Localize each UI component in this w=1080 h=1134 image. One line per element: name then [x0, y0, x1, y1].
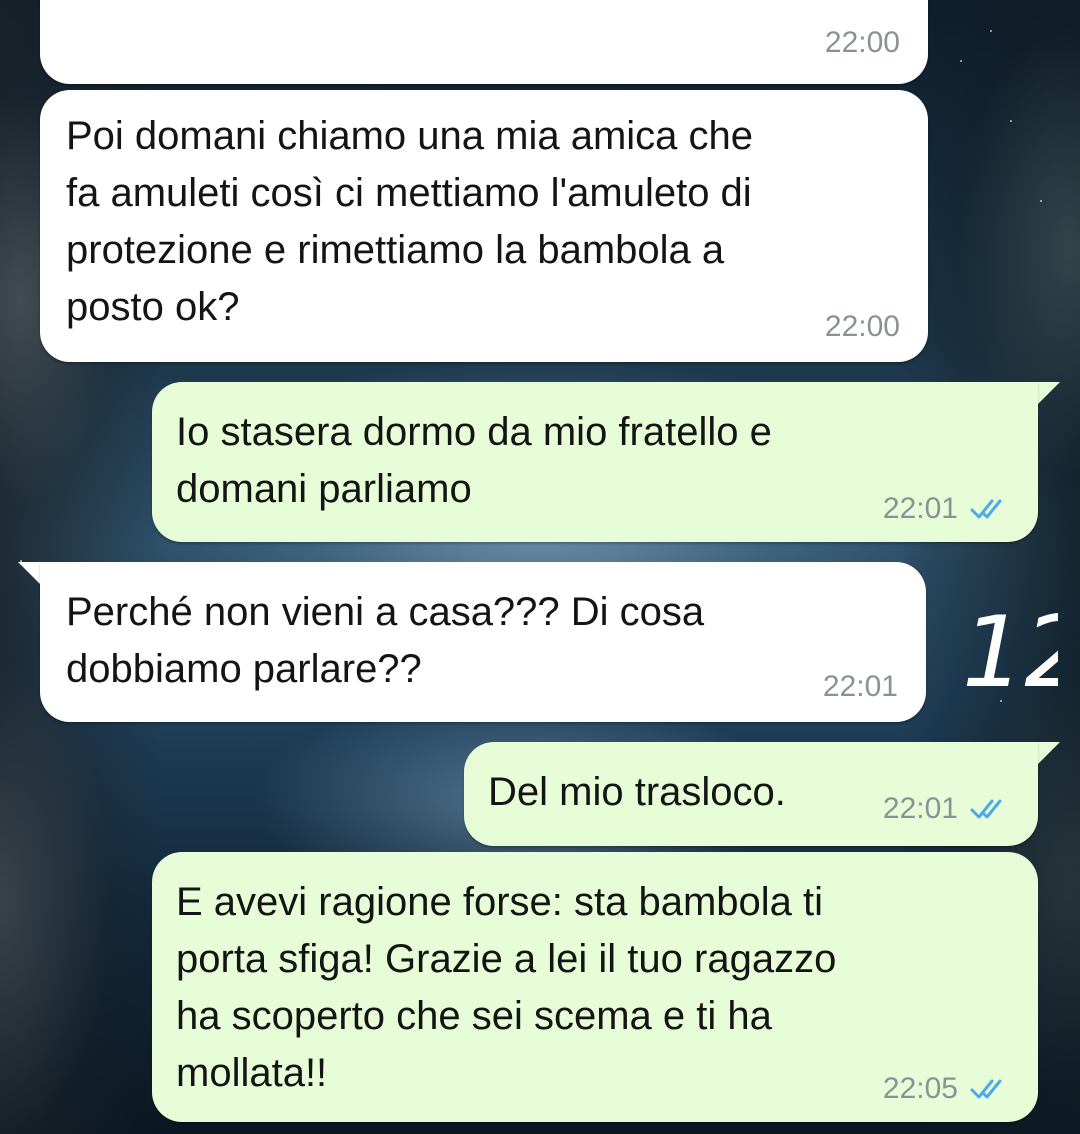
message-meta: 22:05	[883, 1074, 1016, 1104]
message-time: 22:01	[882, 792, 958, 825]
message-text: Poi domani chiamo una mia amica che fa a…	[66, 114, 754, 329]
wallpaper-star	[990, 30, 992, 32]
handwritten-annotation: 12	[962, 596, 1058, 700]
wallpaper-star	[1010, 120, 1012, 122]
message-bubble-incoming[interactable]: Perché non vieni a casa??? Di cosa dobbi…	[40, 562, 926, 722]
message-bubble-incoming[interactable]: Poi domani chiamo una mia amica che fa a…	[40, 90, 928, 362]
message-bubble-outgoing[interactable]: E avevi ragione forse: sta bambola ti po…	[152, 852, 1038, 1122]
double-check-icon	[970, 499, 1002, 519]
message-text: Io stasera dormo da mio fratello e doman…	[176, 410, 772, 511]
message-bubble-outgoing[interactable]: Io stasera dormo da mio fratello e doman…	[152, 382, 1038, 542]
message-meta: 22:00	[825, 28, 900, 58]
message-text: Del mio trasloco.	[488, 770, 786, 814]
message-meta: 22:00	[825, 312, 900, 342]
message-meta: 22:01	[883, 494, 1016, 524]
double-check-icon	[970, 1079, 1002, 1099]
message-time: 22:00	[824, 26, 900, 59]
message-time: 22:01	[822, 670, 898, 703]
message-meta: 22:01	[823, 672, 898, 702]
annotation-text: 12	[962, 596, 1058, 700]
message-bubble-incoming[interactable]: 22:00	[40, 0, 928, 84]
message-time: 22:01	[882, 492, 958, 525]
message-time: 22:00	[824, 310, 900, 343]
wallpaper-star	[960, 60, 962, 62]
message-text: E avevi ragione forse: sta bambola ti po…	[176, 880, 837, 1095]
message-meta: 22:01	[883, 794, 1016, 824]
message-time: 22:05	[882, 1072, 958, 1105]
wallpaper-star	[1000, 700, 1002, 702]
double-check-icon	[970, 799, 1002, 819]
message-bubble-outgoing[interactable]: Del mio trasloco. 22:01	[464, 742, 1038, 846]
wallpaper-star	[1040, 200, 1042, 202]
message-text: Perché non vieni a casa??? Di cosa dobbi…	[66, 590, 705, 691]
